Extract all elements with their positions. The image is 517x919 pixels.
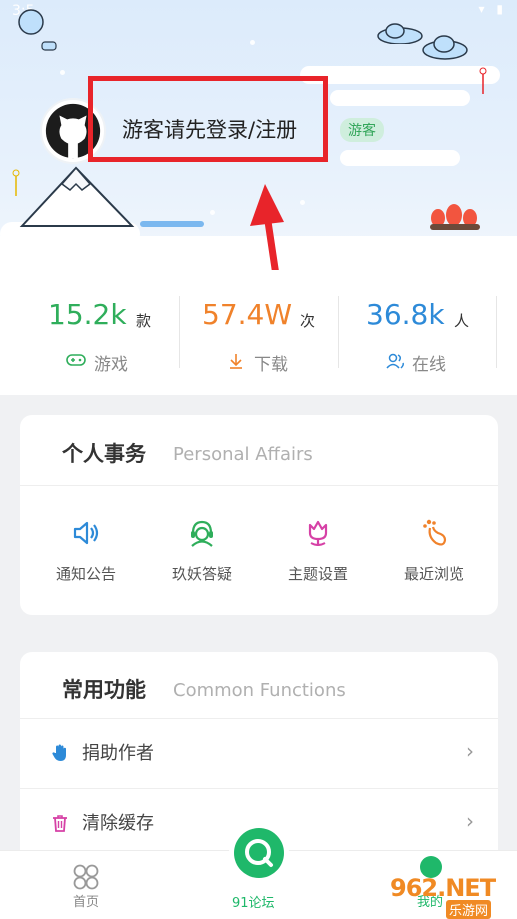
firework-icon <box>479 67 487 94</box>
cloud-icon <box>377 23 423 44</box>
cloud-band <box>340 150 460 166</box>
personal-affairs-subtitle: Personal Affairs <box>173 444 313 465</box>
users-icon <box>386 353 404 369</box>
affair-history[interactable]: 最近浏览 <box>374 517 494 597</box>
snow-dot <box>60 70 65 75</box>
nav-forum-button[interactable] <box>234 828 284 878</box>
stat-online[interactable]: 36.8k 人 在线 <box>340 270 500 395</box>
personal-affairs-title: 个人事务 <box>62 442 146 466</box>
gamepad-icon <box>66 354 86 366</box>
affair-label: 主题设置 <box>287 565 348 583</box>
cloud-icon <box>422 35 468 60</box>
stat-value: 57.4W <box>202 298 293 331</box>
snow-dot <box>250 40 255 45</box>
func-label: 清除缓存 <box>82 813 154 834</box>
affair-support[interactable]: 玖妖答疑 <box>142 517 262 597</box>
download-icon <box>230 354 242 369</box>
footprint-icon <box>423 519 447 546</box>
snow-dot <box>210 210 215 215</box>
stat-value: 15.2k <box>48 298 127 331</box>
watermark-subtext: 乐游网 <box>446 900 492 919</box>
nav-home[interactable]: 首页 <box>66 863 106 910</box>
chevron-right-icon: › <box>466 809 474 833</box>
snow-dot <box>300 200 305 205</box>
home-grid-icon <box>73 864 99 890</box>
tulip-icon <box>308 520 328 546</box>
speaker-icon <box>73 521 99 545</box>
stat-label: 游戏 <box>94 355 128 375</box>
cloud-band <box>300 66 500 84</box>
common-functions-title: 常用功能 <box>62 678 146 702</box>
affair-theme[interactable]: 主题设置 <box>258 517 378 597</box>
level-progress-bar <box>140 221 204 227</box>
stat-label: 在线 <box>412 355 446 375</box>
mountain-icon <box>19 166 135 227</box>
affair-label: 玖妖答疑 <box>171 565 232 583</box>
watermark-logo: 962.NET 乐游网 <box>386 856 514 919</box>
stat-label: 下载 <box>254 355 288 375</box>
stat-unit: 人 <box>454 312 470 330</box>
cloud-band <box>330 90 470 106</box>
trash-icon <box>53 815 67 832</box>
stats-panel: 15.2k 款 游戏 57.4W 次 下载 36.8k 人 在线 <box>0 270 517 395</box>
func-row-donate[interactable]: 捐助作者 › <box>20 719 498 789</box>
func-label: 捐助作者 <box>82 743 154 764</box>
guest-badge: 游客 <box>340 118 384 142</box>
campfire-icon <box>430 204 480 230</box>
common-functions-subtitle: Common Functions <box>173 680 346 701</box>
nav-forum-label[interactable]: 91论坛 <box>232 892 275 911</box>
hand-icon <box>52 744 66 761</box>
stat-divider <box>338 296 339 368</box>
support-icon <box>191 520 213 547</box>
card-divider <box>20 485 498 486</box>
chevron-right-icon: › <box>466 739 474 763</box>
affair-label: 最近浏览 <box>403 565 464 583</box>
stat-value: 36.8k <box>366 298 445 331</box>
cloud-icon <box>41 41 57 51</box>
stat-downloads[interactable]: 57.4W 次 下载 <box>180 270 340 395</box>
search-q-icon <box>245 839 273 867</box>
stat-unit: 次 <box>300 312 316 330</box>
nav-label: 首页 <box>72 895 99 910</box>
stat-unit: 款 <box>136 312 152 330</box>
profile-header: 3:5 ▾ ▮ 游客请先登录/注册 游客 <box>0 0 517 300</box>
stat-divider <box>496 296 497 368</box>
affair-notice[interactable]: 通知公告 <box>26 517 146 597</box>
watermark-text: 962.NET <box>390 874 496 902</box>
highlight-annotation-box <box>88 76 328 162</box>
cloud-icon <box>18 9 44 35</box>
affair-label: 通知公告 <box>55 565 116 583</box>
stat-games[interactable]: 15.2k 款 游戏 <box>0 270 160 395</box>
firework-icon <box>12 169 20 196</box>
status-icons: ▾ ▮ <box>478 2 507 16</box>
